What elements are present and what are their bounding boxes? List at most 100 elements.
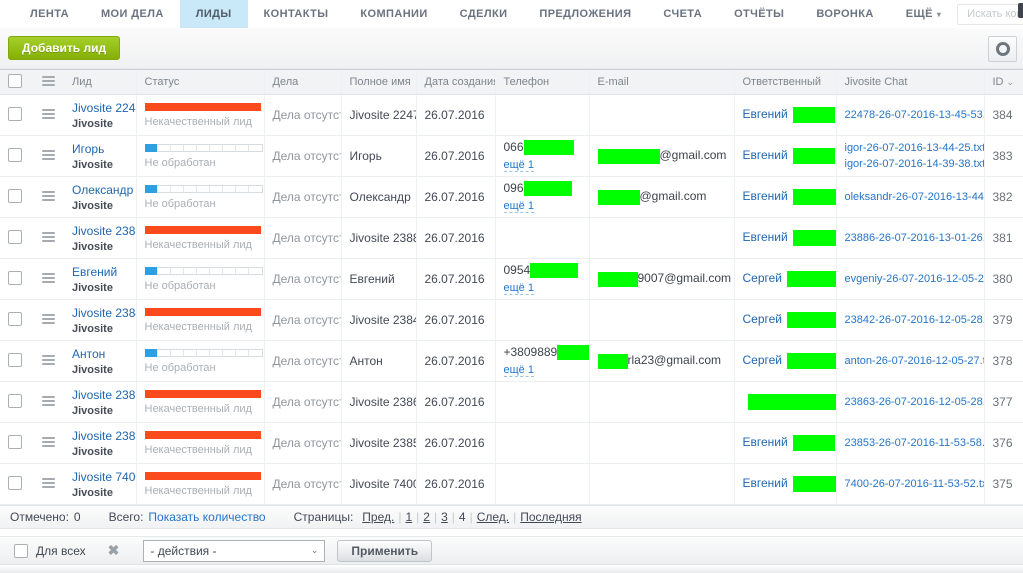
page-link[interactable]: 1 <box>405 510 412 524</box>
tab-scheta[interactable]: СЧЕТА <box>647 0 718 28</box>
header-menu-icon[interactable] <box>42 74 55 88</box>
tab-otchety[interactable]: ОТЧЁТЫ <box>718 0 800 28</box>
grid-settings-button[interactable] <box>988 36 1017 62</box>
row-menu-icon[interactable] <box>42 435 55 449</box>
col-header-deals[interactable]: Дела <box>264 70 341 95</box>
responsible-link[interactable]: Евгений <box>743 435 788 449</box>
chat-file-link[interactable]: 23842-26-07-2016-12-05-28.txt <box>845 312 980 329</box>
apply-button[interactable]: Применить <box>337 540 432 562</box>
col-header-lead[interactable]: Лид <box>64 70 136 95</box>
row-menu-icon[interactable] <box>42 312 55 326</box>
full-name: Игорь <box>350 149 382 163</box>
chat-file-link[interactable]: anton-26-07-2016-12-05-27.txt <box>845 353 980 370</box>
clear-selection-icon[interactable]: ✖ <box>108 542 120 559</box>
phone-more-link[interactable]: ещё 1 <box>504 159 534 172</box>
email-censor-block <box>598 354 628 369</box>
col-header-email[interactable]: E-mail <box>589 70 734 95</box>
select-all-checkbox[interactable] <box>8 74 22 88</box>
row-checkbox[interactable] <box>8 353 22 367</box>
col-header-created[interactable]: Дата создания <box>416 70 495 95</box>
tab-more[interactable]: ЕЩЁ▾ <box>890 0 958 28</box>
row-menu-icon[interactable] <box>42 353 55 367</box>
last-page-link[interactable]: Последняя <box>520 510 581 524</box>
row-checkbox[interactable] <box>8 394 22 408</box>
row-menu-icon[interactable] <box>42 476 55 490</box>
current-page: 4 <box>459 510 466 524</box>
col-header-chat[interactable]: Jivosite Chat <box>836 70 984 95</box>
phone-more-link[interactable]: ещё 1 <box>504 282 534 295</box>
chat-file-link[interactable]: 22478-26-07-2016-13-45-53.txt <box>845 107 980 124</box>
chat-file-link[interactable]: igor-26-07-2016-13-44-25.txt <box>845 140 980 157</box>
responsible-link[interactable]: Евгений <box>743 230 788 244</box>
prev-page-link[interactable]: Пред. <box>362 510 394 524</box>
email-text: @gmail.com <box>640 189 707 203</box>
row-checkbox[interactable] <box>8 107 22 121</box>
row-menu-icon[interactable] <box>42 271 55 285</box>
show-count-link[interactable]: Показать количество <box>148 510 265 524</box>
tab-sdelki[interactable]: СДЕЛКИ <box>444 0 524 28</box>
page-link[interactable]: 2 <box>423 510 430 524</box>
chat-file-link[interactable]: 23863-26-07-2016-12-05-28.txt <box>845 394 980 411</box>
global-search[interactable] <box>957 4 1023 25</box>
chat-file-link[interactable]: 23853-26-07-2016-11-53-58.txt <box>845 435 980 452</box>
tab-predlozheniya[interactable]: ПРЕДЛОЖЕНИЯ <box>523 0 647 28</box>
responsible-censor-block <box>787 353 836 369</box>
row-checkbox[interactable] <box>8 148 22 162</box>
responsible-link[interactable]: Евгений <box>743 148 788 162</box>
row-menu-icon[interactable] <box>42 230 55 244</box>
col-header-status[interactable]: Статус <box>136 70 264 95</box>
deals-text: Дела отсутствуют <box>273 354 342 368</box>
chat-file-link[interactable]: igor-26-07-2016-14-39-38.txt <box>845 156 980 173</box>
responsible-link[interactable]: Евгений <box>743 107 788 121</box>
row-menu-icon[interactable] <box>42 189 55 203</box>
tab-kompanii[interactable]: КОМПАНИИ <box>344 0 443 28</box>
add-lead-button[interactable]: Добавить лид <box>8 36 120 60</box>
col-header-phone[interactable]: Телефон <box>495 70 589 95</box>
lead-link[interactable]: Евгений <box>72 265 117 279</box>
col-header-id[interactable]: ID⌄ <box>984 70 1023 95</box>
for-all-checkbox[interactable] <box>14 544 28 558</box>
row-checkbox[interactable] <box>8 312 22 326</box>
phone-more-link[interactable]: ещё 1 <box>504 200 534 213</box>
responsible-link[interactable]: Сергей <box>743 312 783 326</box>
chat-file-link[interactable]: 23886-26-07-2016-13-01-26.txt <box>845 230 980 247</box>
status-bar-new <box>145 144 263 152</box>
lead-link[interactable]: Jivosite 7400 <box>72 470 136 484</box>
row-checkbox[interactable] <box>8 189 22 203</box>
lead-link[interactable]: Jivosite 23886 <box>72 224 136 238</box>
col-header-full-name[interactable]: Полное имя <box>341 70 416 95</box>
chat-file-link[interactable]: evgeniy-26-07-2016-12-05-29.txt <box>845 271 980 288</box>
responsible-link[interactable]: Сергей <box>743 271 783 285</box>
tab-lenta[interactable]: ЛЕНТА <box>14 0 85 28</box>
responsible-link[interactable]: Евгений <box>743 476 788 490</box>
tab-moi-dela[interactable]: МОИ ДЕЛА <box>85 0 180 28</box>
row-menu-icon[interactable] <box>42 107 55 121</box>
tab-lidy[interactable]: ЛИДЫ <box>180 0 248 28</box>
chat-file-link[interactable]: 7400-26-07-2016-11-53-52.txt <box>845 476 980 493</box>
lead-link[interactable]: Jivosite 23863 <box>72 388 136 402</box>
lead-link[interactable]: Jivosite 22478 <box>72 101 136 115</box>
lead-link[interactable]: Игорь <box>72 142 104 156</box>
phone-more-link[interactable]: ещё 1 <box>504 364 534 377</box>
row-menu-icon[interactable] <box>42 394 55 408</box>
tab-voronka[interactable]: ВОРОНКА <box>800 0 889 28</box>
lead-link[interactable]: Олександр <box>72 183 133 197</box>
row-checkbox[interactable] <box>8 435 22 449</box>
lead-link[interactable]: Jivosite 23842 <box>72 306 136 320</box>
row-checkbox[interactable] <box>8 271 22 285</box>
page-link[interactable]: 3 <box>441 510 448 524</box>
actions-select[interactable]: - действия - ⌄ <box>143 540 325 562</box>
chat-file-link[interactable]: oleksandr-26-07-2016-13-44-25.txt <box>845 189 980 206</box>
tab-kontakty[interactable]: КОНТАКТЫ <box>248 0 345 28</box>
lead-link[interactable]: Антон <box>72 347 105 361</box>
row-menu-icon[interactable] <box>42 148 55 162</box>
col-header-responsible[interactable]: Ответственный <box>734 70 836 95</box>
responsible-link[interactable]: Сергей <box>743 353 783 367</box>
table-row: Jivosite 23863JivositeНекачественный лид… <box>0 382 1023 423</box>
row-checkbox[interactable] <box>8 476 22 490</box>
lead-link[interactable]: Jivosite 23853 <box>72 429 136 443</box>
next-page-link[interactable]: След. <box>477 510 509 524</box>
search-input[interactable] <box>965 7 1023 21</box>
row-checkbox[interactable] <box>8 230 22 244</box>
responsible-link[interactable]: Евгений <box>743 189 788 203</box>
